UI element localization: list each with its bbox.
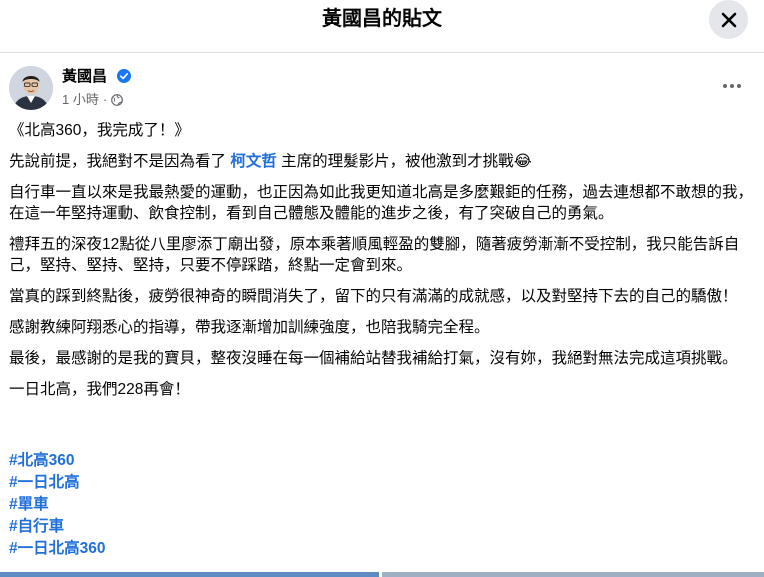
more-options-icon [723,84,741,88]
paragraph-text: 先說前提，我絕對不是因為看了 [9,153,231,170]
paragraph-text: 主席的理髮影片，被他激到才挑戰😂 [276,153,532,170]
post-image[interactable] [382,572,764,577]
post-meta: 1 小時 · [62,92,124,108]
post-paragraph: 一日北高，我們228再會！ [9,381,190,398]
post-image[interactable] [0,572,379,577]
avatar-photo [9,66,53,110]
post-time[interactable]: 1 小時 [62,92,99,108]
post: 黃國昌 1 小時 · 《北高360，我完成了！》 先說前提，我絕對不是因為看了 … [0,54,764,577]
avatar[interactable] [9,66,53,110]
hashtag-link[interactable]: #一日北高 [9,472,105,494]
post-paragraph: 感謝教練阿翔悉心的指導，帶我逐漸增加訓練強度，也陪我騎完全程。 [9,319,490,336]
post-paragraph: 自行車一直以來是我最熱愛的運動，也正因為如此我更知道北高是多麼艱鉅的任務，過去連… [9,184,754,222]
post-text: 《北高360，我完成了！》 先說前提，我絕對不是因為看了 柯文哲 主席的理髮影片… [9,120,755,410]
post-images [0,572,764,577]
meta-separator: · [102,92,108,107]
post-paragraph: 禮拜五的深夜12點從八里廖添丁廟出發，原本乘著順風輕盈的雙腳，隨著疲勞漸漸不受控… [9,236,740,274]
globe-icon[interactable] [111,94,124,106]
hashtag-list: #北高360 #一日北高 #單車 #自行車 #一日北高360 [9,450,105,560]
mention-link[interactable]: 柯文哲 [230,153,277,170]
post-paragraph: 當真的踩到終點後，疲勞很神奇的瞬間消失了，留下的只有滿滿的成就感，以及對堅持下去… [9,288,738,305]
post-paragraph: 最後，最感謝的是我的寶貝，整夜沒睡在每一個補給站替我補給打氣，沒有妳，我絕對無法… [9,350,738,367]
close-icon [721,12,736,27]
dialog-header: 黃國昌的貼文 [0,0,764,53]
hashtag-link[interactable]: #單車 [9,494,105,516]
hashtag-link[interactable]: #北高360 [9,450,105,472]
hashtag-link[interactable]: #自行車 [9,516,105,538]
hashtag-link[interactable]: #一日北高360 [9,538,105,560]
verified-badge-icon [117,69,131,83]
close-button[interactable] [709,0,748,39]
post-paragraph: 《北高360，我完成了！》 [9,122,190,139]
dialog-title: 黃國昌的貼文 [322,8,442,30]
post-paragraph: 先說前提，我絕對不是因為看了 柯文哲 主席的理髮影片，被他激到才挑戰😂 [9,151,755,172]
more-options-button[interactable] [714,76,750,96]
author-name[interactable]: 黃國昌 [62,68,107,86]
